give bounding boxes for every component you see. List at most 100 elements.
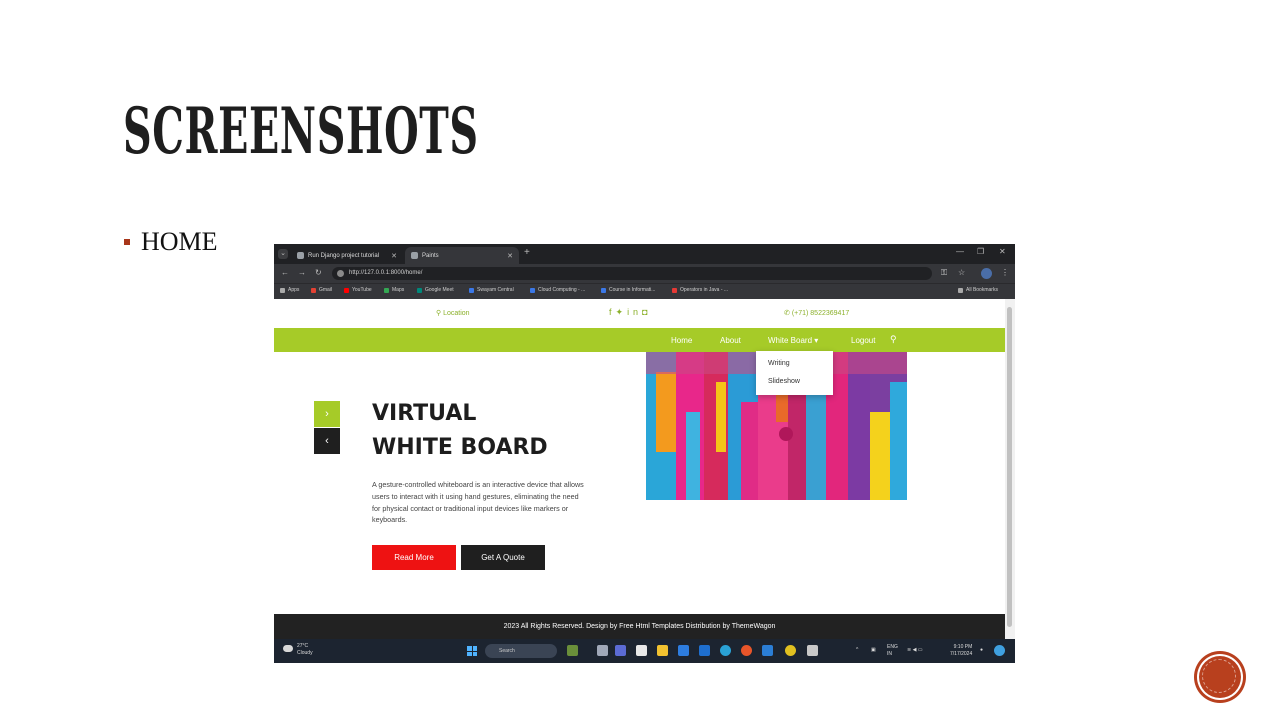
social-links: f✦in◘ [609,307,652,318]
bookmarks-bar: Apps Gmail YouTube Maps Google Meet Sway… [274,283,1015,299]
location-link[interactable]: ⚲ Location [436,309,470,317]
slider-next-button[interactable]: › [314,401,340,427]
browser-tab-1[interactable]: Run Django project tutorial ✕ [291,247,403,264]
apps-icon [280,287,285,293]
minimize-icon[interactable]: — [956,247,964,256]
site-info-icon[interactable] [337,270,344,277]
close-window-icon[interactable]: ✕ [999,247,1006,256]
url-input[interactable]: http://127.0.0.1:8000/home/ [332,267,932,280]
region-code: IN [887,651,892,657]
scrollbar-thumb[interactable] [1007,307,1012,627]
clock-date: 7/17/2024 [950,651,973,657]
language-indicator[interactable]: ENG IN [887,644,898,658]
tray-app-icon[interactable]: ▣ [871,647,876,654]
bookmark-label: Swayam Central [477,287,514,293]
back-icon[interactable]: ← [281,268,289,277]
weather-widget[interactable]: 27°C Cloudy [283,643,313,657]
nav-whiteboard-label: White Board [768,336,813,345]
chrome-icon[interactable] [785,645,796,656]
bullet-item: HOME [124,227,218,257]
course-icon [601,287,606,293]
tab-close-icon[interactable]: ✕ [391,252,397,260]
clock[interactable]: 9:10 PM 7/17/2024 [950,644,972,658]
folder-icon [958,287,963,293]
bookmark-course[interactable]: Course in Informati... [601,287,655,293]
notification-bell-icon[interactable]: ● [980,647,983,654]
nav-about[interactable]: About [720,336,741,345]
swayam-icon [469,287,474,293]
tab-close-icon[interactable]: ✕ [507,252,513,260]
bookmark-youtube[interactable]: YouTube [344,287,372,293]
dropdown-item-slideshow[interactable]: Slideshow [768,378,800,385]
chevron-right-icon: › [325,408,329,420]
bookmark-operators[interactable]: Operators in Java - ... [672,287,728,293]
address-bar-row: ← → ↻ http://127.0.0.1:8000/home/ ⚿ ☆ ⋮ [274,264,1015,283]
forward-icon[interactable]: → [298,268,306,277]
site-footer: 2023 All Rights Reserved. Design by Free… [274,614,1005,639]
widgets-icon[interactable] [567,645,578,656]
mail-icon[interactable] [678,645,689,656]
menu-kebab-icon[interactable]: ⋮ [1001,268,1009,277]
taskbar-search[interactable]: Search [485,644,557,658]
bookmark-gmail[interactable]: Gmail [311,287,332,293]
taskbar-search-label: Search [499,648,515,654]
teams-icon[interactable] [615,645,626,656]
store-icon[interactable] [699,645,710,656]
search-icon[interactable]: ⚲ [890,334,897,345]
brave-icon[interactable] [741,645,752,656]
hero-title: VIRTUAL WHITE BOARD [372,397,548,465]
copilot-icon[interactable] [994,645,1005,656]
bookmark-label: Apps [288,287,300,293]
clock-time: 9:10 PM [953,644,973,650]
browser-tab-2[interactable]: Paints ✕ [405,247,519,264]
page-scrollbar[interactable] [1005,299,1015,639]
bookmark-swayam[interactable]: Swayam Central [469,287,514,293]
bookmark-cloud[interactable]: Cloud Computing - ... [530,287,585,293]
file-explorer-icon[interactable] [657,645,668,656]
top-info-bar: ⚲ Location f✦in◘ ✆ (+71) 8522369417 [274,299,1005,327]
notepad-icon[interactable] [636,645,647,656]
bookmark-star-icon[interactable]: ☆ [958,268,965,277]
profile-avatar[interactable] [981,268,992,279]
windows-start-icon[interactable] [467,646,477,656]
caret-down-icon: ▾ [814,336,819,345]
tray-chevron-icon[interactable]: ^ [856,647,858,654]
hero-title-line-1: VIRTUAL [372,401,477,426]
bookmark-label: YouTube [352,287,372,293]
task-view-icon[interactable] [597,645,608,656]
tab-favicon-icon [411,252,418,259]
twitter-icon[interactable]: ✦ [616,307,628,317]
snipping-tool-icon[interactable] [807,645,818,656]
get-quote-button[interactable]: Get A Quote [461,545,545,570]
hero-title-line-2: WHITE BOARD [372,435,548,460]
wifi-volume-battery-icons[interactable]: ≋ ◀ ▭ [907,647,923,654]
vscode-icon[interactable] [762,645,773,656]
nav-home[interactable]: Home [671,336,692,345]
reload-icon[interactable]: ↻ [315,268,322,277]
new-tab-icon[interactable]: + [524,247,530,258]
bullet-square-icon [124,239,130,245]
bookmark-meet[interactable]: Google Meet [417,287,454,293]
edge-icon[interactable] [720,645,731,656]
nav-whiteboard[interactable]: White Board ▾ [768,336,818,345]
phone-link[interactable]: ✆ (+71) 8522369417 [784,309,849,317]
all-bookmarks[interactable]: All Bookmarks [958,287,998,293]
nav-logout[interactable]: Logout [851,336,875,345]
linkedin-icon[interactable]: in [627,307,642,317]
bookmark-apps[interactable]: Apps [280,287,299,293]
instagram-icon[interactable]: ◘ [642,307,651,317]
slider-prev-button[interactable]: ‹ [314,428,340,454]
dropdown-item-writing[interactable]: Writing [768,360,790,367]
tab-search-icon[interactable]: ⌄ [278,249,288,259]
bookmark-maps[interactable]: Maps [384,287,404,293]
tab-favicon-icon [297,252,304,259]
tab-label: Run Django project tutorial [308,252,380,259]
bookmark-label: Google Meet [425,287,454,293]
read-more-button[interactable]: Read More [372,545,456,570]
restore-icon[interactable]: ❐ [977,247,984,256]
password-key-icon[interactable]: ⚿ [941,268,947,278]
bookmark-label: Course in Informati... [609,287,656,293]
cloud-icon [530,287,535,293]
chevron-left-icon: ‹ [325,435,329,447]
tab-label: Paints [422,252,439,259]
